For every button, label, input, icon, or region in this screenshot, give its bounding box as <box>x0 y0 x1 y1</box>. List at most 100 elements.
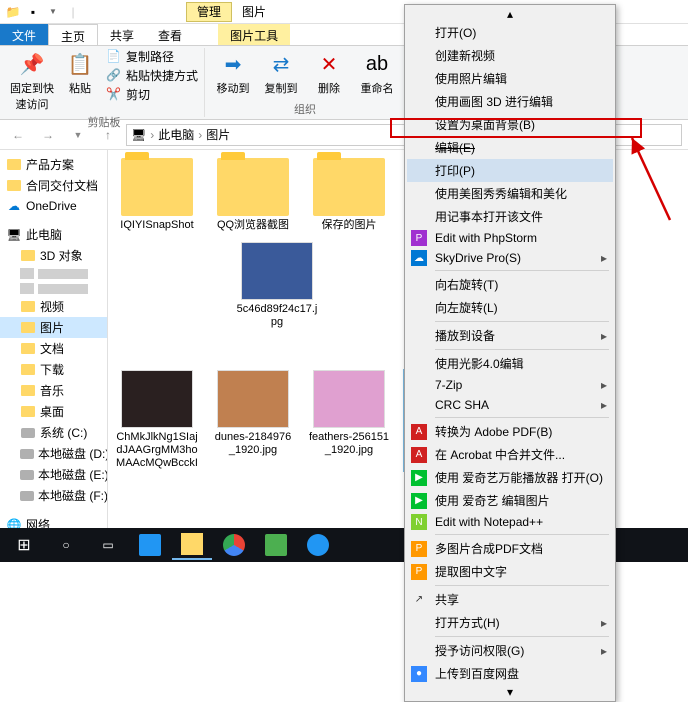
menu-item[interactable]: ↗共享 <box>407 588 613 611</box>
search-button[interactable]: ○ <box>46 530 86 560</box>
taskbar-app-chrome[interactable] <box>214 530 254 560</box>
qat-dropdown-icon[interactable]: ▪ <box>24 3 42 21</box>
menu-item[interactable]: 打开方式(H)▸ <box>407 611 613 634</box>
menu-item-label: SkyDrive Pro(S) <box>435 251 521 265</box>
ps-icon: P <box>411 230 427 246</box>
menu-item[interactable]: 使用光影4.0编辑 <box>407 352 613 375</box>
file-item[interactable]: ChMkJlkNg1SIajdJAAGrgMM3hoMAAcMQwBcckI0A… <box>116 370 198 471</box>
menu-item[interactable]: PEdit with PhpStorm <box>407 228 613 248</box>
file-item[interactable]: IQIYISnapShot <box>116 158 198 232</box>
menu-item-label: 使用光影4.0编辑 <box>435 355 524 372</box>
paste-button[interactable]: 📋 粘贴 <box>58 48 102 96</box>
menu-item[interactable]: 编辑(E) <box>407 136 613 159</box>
file-item[interactable]: 保存的图片 <box>308 158 390 232</box>
menu-item[interactable]: 设置为桌面背景(B) <box>407 113 613 136</box>
copy-to-button[interactable]: ⇄复制到 <box>259 48 303 96</box>
menu-item[interactable]: 使用画图 3D 进行编辑 <box>407 90 613 113</box>
history-dropdown[interactable]: ▼ <box>66 123 90 147</box>
rename-button[interactable]: ab重命名 <box>355 48 399 96</box>
back-button[interactable]: ← <box>6 123 30 147</box>
rename-label: 重命名 <box>361 80 394 96</box>
taskbar-app-generic[interactable] <box>298 530 338 560</box>
breadcrumb-current[interactable]: 图片 <box>206 126 230 143</box>
menu-item[interactable]: 授予访问权限(G)▸ <box>407 639 613 662</box>
file-item[interactable]: dunes-2184976_1920.jpg <box>212 370 294 471</box>
sidebar-item[interactable]: 图片 <box>0 317 107 338</box>
menu-item[interactable]: 7-Zip▸ <box>407 375 613 395</box>
sidebar-item[interactable] <box>0 266 107 281</box>
sidebar-item[interactable]: 3D 对象 <box>0 245 107 266</box>
paste-label: 粘贴 <box>69 80 91 96</box>
menu-item-label: 用记事本打开该文件 <box>435 208 543 225</box>
sidebar-item[interactable]: 音乐 <box>0 380 107 401</box>
sidebar-item[interactable] <box>0 281 107 296</box>
menu-item[interactable]: 向右旋转(T) <box>407 273 613 296</box>
sidebar-item-label: 文档 <box>40 340 64 357</box>
sidebar-item[interactable]: 🖥此电脑 <box>0 224 107 245</box>
delete-button[interactable]: ✕删除 <box>307 48 351 96</box>
qat-down-icon[interactable]: ▼ <box>44 3 62 21</box>
menu-item[interactable]: ▶使用 爱奇艺 编辑图片 <box>407 489 613 512</box>
taskbar-app-wechat[interactable] <box>256 530 296 560</box>
copy-path-button[interactable]: 📄复制路径 <box>106 48 198 65</box>
up-button[interactable]: ↑ <box>96 123 120 147</box>
task-view-button[interactable]: ▭ <box>88 530 128 560</box>
tab-view[interactable]: 查看 <box>146 24 194 45</box>
sidebar-item[interactable]: 本地磁盘 (F:) <box>0 485 107 506</box>
navigation-pane[interactable]: 产品方案合同交付文档 ☁OneDrive 🖥此电脑3D 对象视频图片文档下载音乐桌面… <box>0 150 108 544</box>
menu-item[interactable]: 使用美图秀秀编辑和美化 <box>407 182 613 205</box>
forward-button[interactable]: → <box>36 123 60 147</box>
menu-item[interactable]: 用记事本打开该文件 <box>407 205 613 228</box>
menu-item[interactable]: P提取图中文字 <box>407 560 613 583</box>
menu-item[interactable]: 播放到设备▸ <box>407 324 613 347</box>
paste-shortcut-button[interactable]: 🔗粘贴快捷方式 <box>106 67 198 84</box>
tab-file[interactable]: 文件 <box>0 24 48 45</box>
menu-item[interactable]: 创建新视频 <box>407 44 613 67</box>
taskbar-app-edge[interactable] <box>130 530 170 560</box>
menu-item-label: 共享 <box>435 591 459 608</box>
menu-item[interactable]: A在 Acrobat 中合并文件... <box>407 443 613 466</box>
submenu-arrow-icon: ▸ <box>601 378 607 392</box>
breadcrumb-root[interactable]: 此电脑 <box>158 126 194 143</box>
sidebar-item[interactable]: 视频 <box>0 296 107 317</box>
menu-scroll-down[interactable]: ▾ <box>407 685 613 699</box>
menu-item[interactable]: ▶使用 爱奇艺万能播放器 打开(O) <box>407 466 613 489</box>
move-to-button[interactable]: ➡移动到 <box>211 48 255 96</box>
menu-item[interactable]: CRC SHA▸ <box>407 395 613 415</box>
sidebar-item[interactable]: 本地磁盘 (D:) <box>0 443 107 464</box>
sidebar-item[interactable]: 文档 <box>0 338 107 359</box>
sidebar-item[interactable]: 桌面 <box>0 401 107 422</box>
sidebar-item[interactable]: 产品方案 <box>0 154 107 175</box>
pin-button[interactable]: 📌 固定到快 速访问 <box>10 48 54 112</box>
menu-item[interactable]: A转换为 Adobe PDF(B) <box>407 420 613 443</box>
cut-button[interactable]: ✂️剪切 <box>106 86 198 103</box>
sidebar-item[interactable]: ☁OneDrive <box>0 196 107 216</box>
chevron-right-icon[interactable]: › <box>150 128 154 142</box>
sidebar-item-label: 合同交付文档 <box>26 177 98 194</box>
file-item[interactable]: 5c46d89f24c17.jpg <box>236 242 318 329</box>
sidebar-item[interactable]: 下载 <box>0 359 107 380</box>
file-item[interactable]: QQ浏览器截图 <box>212 158 294 232</box>
menu-item[interactable]: P多图片合成PDF文档 <box>407 537 613 560</box>
menu-item-label: 使用美图秀秀编辑和美化 <box>435 185 567 202</box>
menu-scroll-up[interactable]: ▴ <box>407 7 613 21</box>
sidebar-item[interactable]: 合同交付文档 <box>0 175 107 196</box>
menu-item[interactable]: 打开(O) <box>407 21 613 44</box>
cut-label: 剪切 <box>126 86 150 103</box>
tab-home[interactable]: 主页 <box>48 24 98 45</box>
sidebar-item[interactable]: 系统 (C:) <box>0 422 107 443</box>
menu-item[interactable]: ☁SkyDrive Pro(S)▸ <box>407 248 613 268</box>
sidebar-item[interactable]: 本地磁盘 (E:) <box>0 464 107 485</box>
menu-item[interactable]: NEdit with Notepad++ <box>407 512 613 532</box>
chevron-right-icon[interactable]: › <box>198 128 202 142</box>
menu-item[interactable]: ●上传到百度网盘 <box>407 662 613 685</box>
menu-separator <box>435 321 609 322</box>
tab-share[interactable]: 共享 <box>98 24 146 45</box>
file-item[interactable]: feathers-256151_1920.jpg <box>308 370 390 471</box>
menu-item[interactable]: 向左旋转(L) <box>407 296 613 319</box>
menu-item[interactable]: 打印(P) <box>407 159 613 182</box>
tab-picture-tools[interactable]: 图片工具 <box>218 24 290 45</box>
taskbar-app-explorer[interactable] <box>172 530 212 560</box>
menu-item[interactable]: 使用照片编辑 <box>407 67 613 90</box>
start-button[interactable]: ⊞ <box>4 530 44 560</box>
